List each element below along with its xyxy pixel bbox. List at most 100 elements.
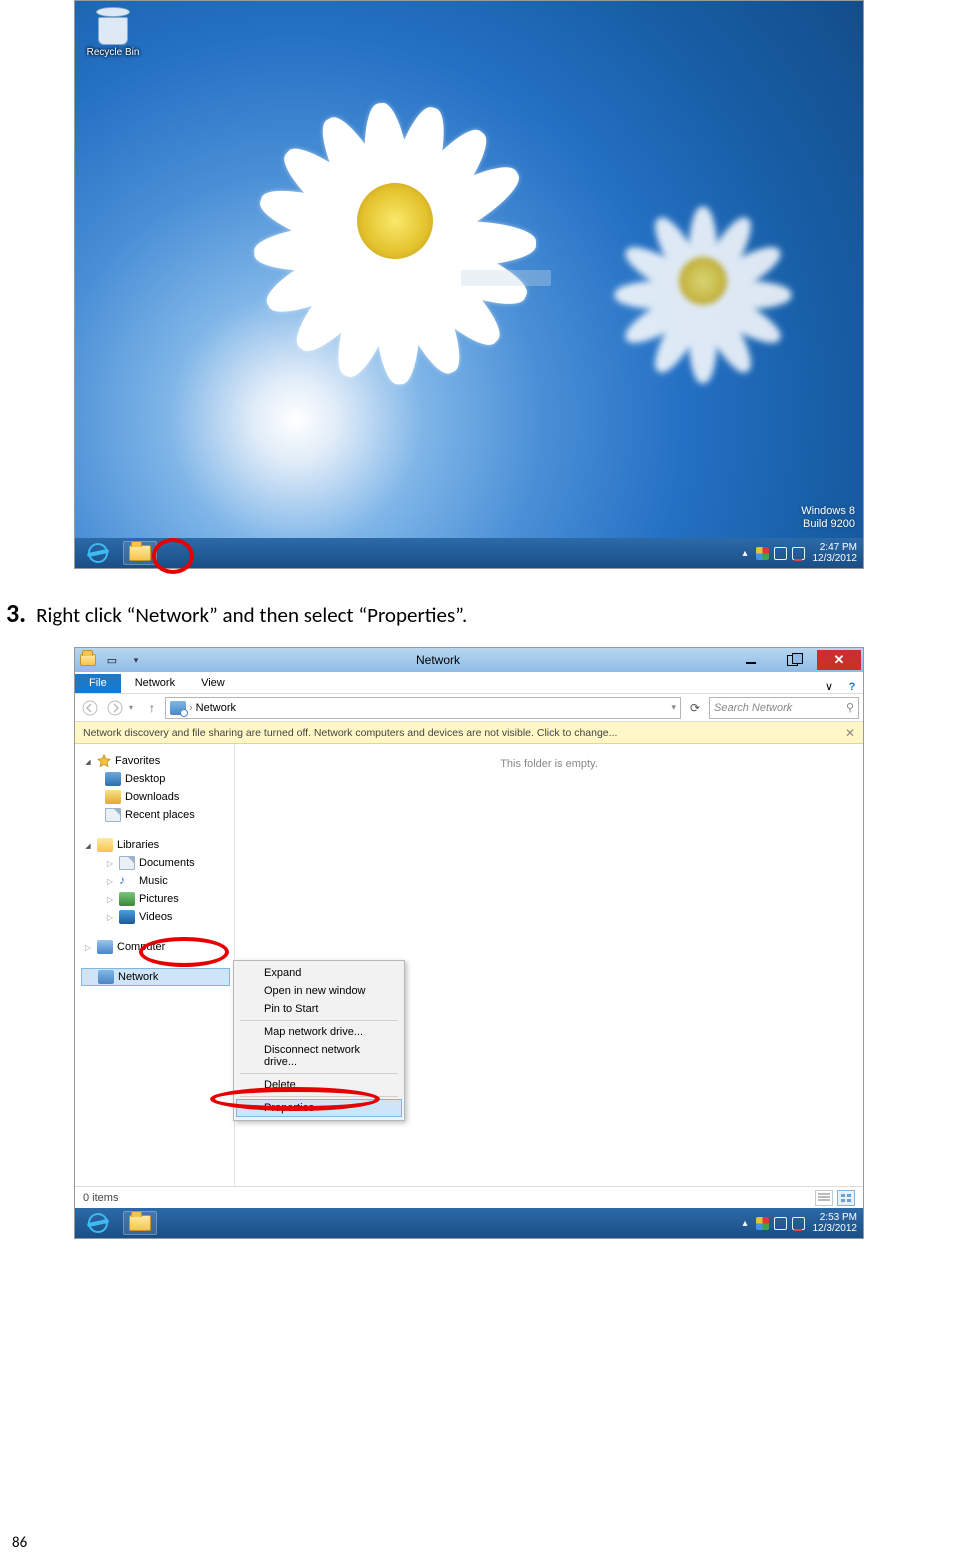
network-tray-icon[interactable] xyxy=(792,547,805,560)
expand-triangle-icon[interactable] xyxy=(105,858,115,868)
nav-item-downloads[interactable]: Downloads xyxy=(83,788,230,806)
nav-item-label: Downloads xyxy=(125,791,179,803)
tray-overflow-chevron-icon[interactable]: ▴ xyxy=(742,1218,747,1229)
network-tray-icon[interactable] xyxy=(792,1217,805,1230)
expand-triangle-icon[interactable] xyxy=(83,840,93,850)
window-titlebar: ▭ ▾ Network ✕ xyxy=(75,648,863,672)
expand-triangle-icon[interactable] xyxy=(83,756,93,766)
music-icon: ♪ xyxy=(119,874,135,888)
taskbar-button-explorer[interactable] xyxy=(123,541,157,565)
clock-date: 12/3/2012 xyxy=(813,553,858,564)
nav-item-network[interactable]: Network xyxy=(81,968,230,986)
nav-back-button[interactable] xyxy=(79,697,101,719)
arrow-right-icon xyxy=(107,700,123,716)
nav-item-recent-places[interactable]: Recent places xyxy=(83,806,230,824)
file-explorer-icon xyxy=(129,545,151,561)
info-bar-close-icon[interactable]: ✕ xyxy=(845,726,855,740)
context-menu-item-properties[interactable]: Properties xyxy=(236,1099,402,1117)
info-bar[interactable]: Network discovery and file sharing are t… xyxy=(75,722,863,744)
action-center-icon[interactable] xyxy=(756,547,769,560)
nav-item-label: Computer xyxy=(117,941,165,953)
volume-icon[interactable] xyxy=(774,547,787,560)
network-icon xyxy=(170,701,186,715)
context-menu: Expand Open in new window Pin to Start M… xyxy=(233,960,405,1121)
taskbar: ▴ 2:53 PM 12/3/2012 xyxy=(75,1208,863,1238)
nav-up-button[interactable]: ↑ xyxy=(142,697,162,719)
volume-icon[interactable] xyxy=(774,1217,787,1230)
libraries-icon xyxy=(97,838,113,852)
taskbar-button-ie[interactable] xyxy=(81,541,115,565)
step-text: Right click “Network” and then select “P… xyxy=(36,602,467,628)
window-close-button[interactable]: ✕ xyxy=(817,650,861,670)
nav-item-computer[interactable]: Computer xyxy=(83,938,230,956)
nav-group-libraries[interactable]: Libraries xyxy=(83,836,230,854)
window-restore-button[interactable] xyxy=(773,650,817,670)
refresh-button[interactable]: ⟳ xyxy=(684,697,706,719)
network-icon xyxy=(98,970,114,984)
context-menu-item-pin-to-start[interactable]: Pin to Start xyxy=(236,1000,402,1018)
clock-date: 12/3/2012 xyxy=(813,1223,858,1234)
ribbon-expand-icon[interactable]: ∨ xyxy=(819,680,839,693)
window-title: Network xyxy=(147,653,729,667)
clock-time: 2:53 PM xyxy=(813,1212,858,1223)
breadcrumb-item[interactable]: Network xyxy=(196,702,236,714)
view-details-button[interactable] xyxy=(815,1190,833,1206)
nav-item-label: Favorites xyxy=(115,755,160,767)
expand-triangle-icon[interactable] xyxy=(105,912,115,922)
qat-properties-icon[interactable]: ▭ xyxy=(101,650,123,670)
ribbon-tab-view[interactable]: View xyxy=(189,674,237,693)
nav-item-music[interactable]: ♪Music xyxy=(83,872,230,890)
instruction-step: 3. Right click “Network” and then select… xyxy=(0,597,975,647)
help-icon[interactable]: ? xyxy=(841,681,863,693)
clock-time: 2:47 PM xyxy=(813,542,858,553)
internet-explorer-icon xyxy=(86,1211,110,1235)
taskbar-clock[interactable]: 2:53 PM 12/3/2012 xyxy=(813,1212,858,1234)
ribbon-file-tab[interactable]: File xyxy=(75,674,121,693)
taskbar-clock[interactable]: 2:47 PM 12/3/2012 xyxy=(813,542,858,564)
search-icon: ⚲ xyxy=(846,701,854,714)
desktop-wallpaper: Recycle Bin xyxy=(75,1,863,538)
navigation-pane: Favorites Desktop Downloads Recent place… xyxy=(75,744,235,1186)
file-explorer-icon xyxy=(129,1215,151,1231)
tray-overflow-chevron-icon[interactable]: ▴ xyxy=(742,548,747,559)
action-center-icon[interactable] xyxy=(756,1217,769,1230)
system-tray xyxy=(756,547,805,560)
context-menu-item-map-drive[interactable]: Map network drive... xyxy=(236,1023,402,1041)
context-menu-item-delete[interactable]: Delete xyxy=(236,1076,402,1094)
taskbar-button-ie[interactable] xyxy=(81,1211,115,1235)
details-view-icon xyxy=(818,1193,830,1203)
icons-view-icon xyxy=(840,1193,852,1203)
expand-triangle-icon[interactable] xyxy=(105,876,115,886)
nav-item-pictures[interactable]: Pictures xyxy=(83,890,230,908)
taskbar-button-explorer[interactable] xyxy=(123,1211,157,1235)
qat-dropdown-icon[interactable]: ▾ xyxy=(125,650,147,670)
qat-system-icon[interactable] xyxy=(77,650,99,670)
wallpaper-watermark xyxy=(461,270,551,286)
address-bar[interactable]: › Network ▾ xyxy=(165,697,681,719)
nav-item-documents[interactable]: Documents xyxy=(83,854,230,872)
context-menu-item-expand[interactable]: Expand xyxy=(236,964,402,982)
nav-group-favorites[interactable]: Favorites xyxy=(83,752,230,770)
build-tag-line1: Windows 8 xyxy=(801,505,855,519)
search-input[interactable]: Search Network ⚲ xyxy=(709,697,859,719)
address-dropdown-icon[interactable]: ▾ xyxy=(671,702,676,713)
expand-triangle-icon[interactable] xyxy=(83,942,93,952)
context-menu-item-open-new-window[interactable]: Open in new window xyxy=(236,982,402,1000)
nav-item-desktop[interactable]: Desktop xyxy=(83,770,230,788)
recent-places-icon xyxy=(105,808,121,822)
info-bar-text: Network discovery and file sharing are t… xyxy=(83,727,617,739)
view-icons-button[interactable] xyxy=(837,1190,855,1206)
ribbon-tab-network[interactable]: Network xyxy=(123,674,187,693)
window-minimize-button[interactable] xyxy=(729,650,773,670)
windows-build-tag: Windows 8 Build 9200 xyxy=(801,505,855,533)
nav-forward-button[interactable] xyxy=(104,697,126,719)
nav-item-label: Libraries xyxy=(117,839,159,851)
nav-item-videos[interactable]: Videos xyxy=(83,908,230,926)
nav-history-dropdown[interactable]: ▾ xyxy=(129,703,139,712)
recycle-bin-label: Recycle Bin xyxy=(83,47,143,58)
breadcrumb-chevron-icon: › xyxy=(189,702,193,714)
expand-triangle-icon[interactable] xyxy=(105,894,115,904)
desktop-icon-recycle-bin[interactable]: Recycle Bin xyxy=(83,5,143,58)
context-menu-item-disconnect-drive[interactable]: Disconnect network drive... xyxy=(236,1041,402,1071)
status-text: 0 items xyxy=(83,1192,118,1204)
